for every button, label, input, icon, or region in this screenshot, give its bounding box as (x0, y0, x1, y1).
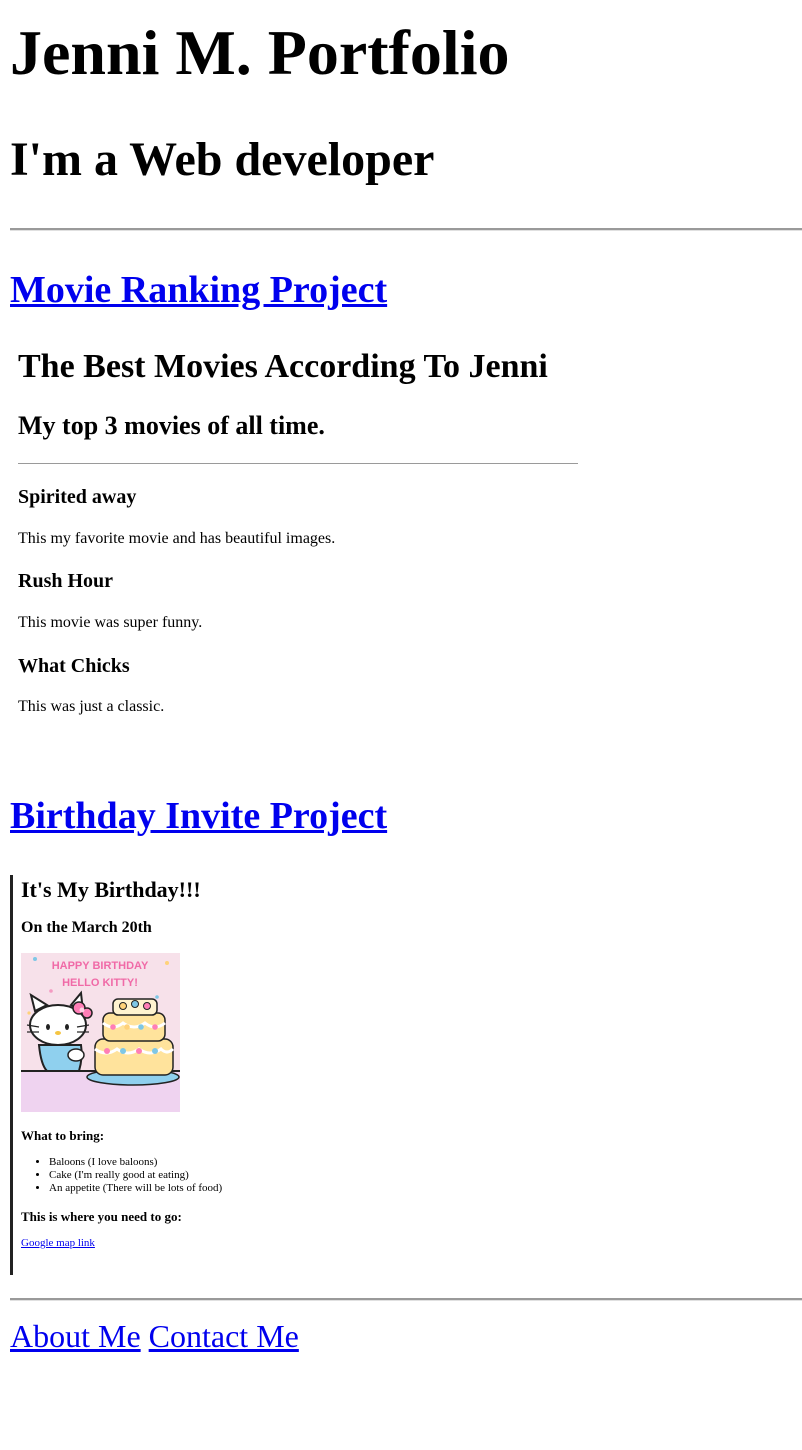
movie-page-subtitle: My top 3 movies of all time. (18, 411, 325, 440)
birthday-project-link[interactable]: Birthday Invite Project (10, 793, 387, 839)
where-to-go-label: This is where you need to go: (21, 1209, 182, 1224)
about-me-link[interactable]: About Me (10, 1318, 141, 1354)
movie-page-title: The Best Movies According To Jenni (18, 348, 548, 385)
contact-me-link[interactable]: Contact Me (149, 1318, 299, 1354)
movie-name: Rush Hour (18, 570, 114, 592)
movie-description: This was just a classic. (18, 698, 165, 715)
movie-divider (18, 463, 578, 464)
birthday-invite-embed: It's My Birthday!!! On the March 20th HA… (10, 875, 513, 1275)
image-text-line1: HAPPY BIRTHDAY (52, 960, 149, 972)
bring-list: Baloons (I love baloons) Cake (I'm reall… (21, 1156, 222, 1195)
footer-nav: About Me Contact Me (10, 1316, 299, 1356)
movie-name: Spirited away (18, 486, 137, 508)
birthday-title: It's My Birthday!!! (21, 877, 201, 902)
what-to-bring-label: What to bring: (21, 1128, 105, 1143)
page-subtitle: I'm a Web developer (10, 133, 435, 186)
movie-name: What Chicks (18, 655, 130, 677)
header-divider (10, 228, 802, 231)
movie-description: This my favorite movie and has beautiful… (18, 530, 336, 547)
page-title: Jenni M. Portfolio (10, 17, 510, 88)
movie-description: This movie was super funny. (18, 614, 203, 631)
image-text-line2: HELLO KITTY! (62, 977, 138, 989)
list-item: Cake (I'm really good at eating) (49, 1169, 222, 1182)
birthday-date: On the March 20th (21, 919, 152, 936)
list-item: An appetite (There will be lots of food) (49, 1182, 222, 1195)
movie-project-link[interactable]: Movie Ranking Project (10, 267, 387, 313)
birthday-image: HAPPY BIRTHDAY HELLO KITTY! (21, 953, 180, 1112)
google-map-link[interactable]: Google map link (21, 1237, 95, 1250)
list-item: Baloons (I love baloons) (49, 1156, 222, 1169)
footer-divider (10, 1298, 802, 1301)
